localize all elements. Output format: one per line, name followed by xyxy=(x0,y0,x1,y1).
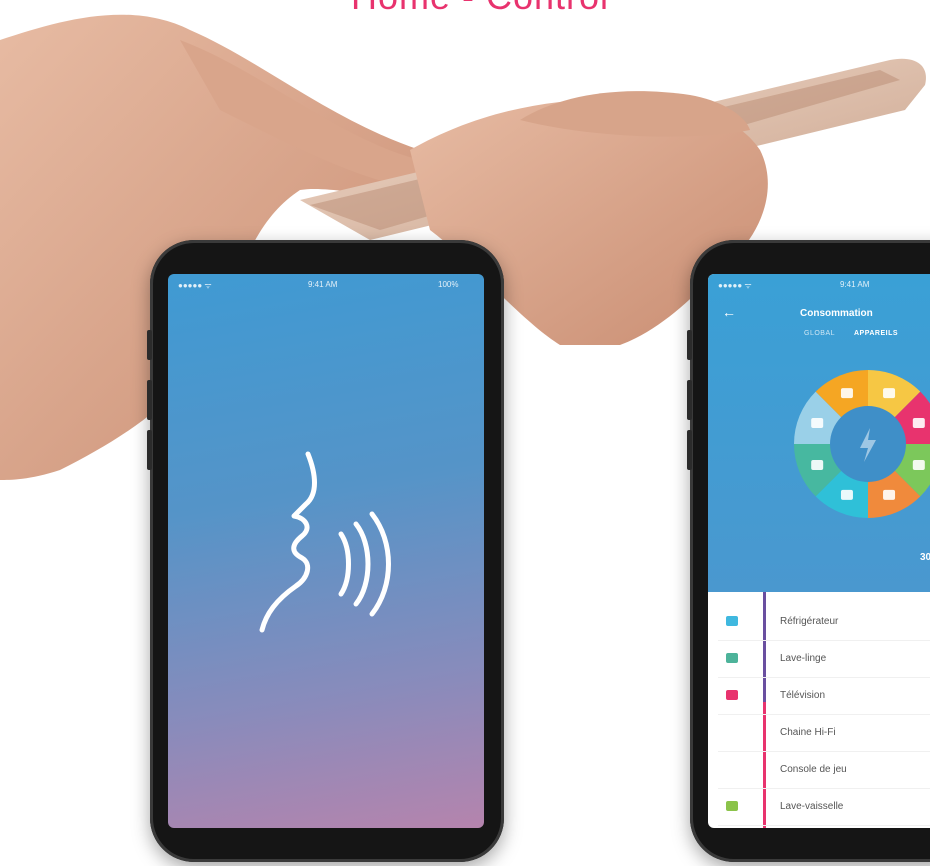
appliance-icon xyxy=(726,653,738,663)
voice-screen: ●●●●● ᯤ 9:41 AM 100% xyxy=(168,274,484,828)
battery-level: 100% xyxy=(438,280,459,289)
tab-global[interactable]: GLOBAL xyxy=(804,330,835,337)
side-button xyxy=(147,380,152,420)
appliance-label: Lave-linge xyxy=(780,653,827,664)
appliance-icon xyxy=(811,417,824,428)
appliance-row[interactable]: Réfrigérateur xyxy=(718,604,930,641)
appliance-row[interactable]: Lave-linge xyxy=(718,641,930,678)
status-time: 9:41 AM xyxy=(840,280,870,289)
side-button xyxy=(687,430,692,470)
appliance-row[interactable]: Chaine Hi-Fi xyxy=(718,715,930,752)
consumption-header: ●●●●● ᯤ 9:41 AM ← Consommation GLOBAL AP… xyxy=(708,274,930,592)
appliance-icon xyxy=(840,489,853,500)
appliance-icon xyxy=(883,489,896,500)
appliance-row[interactable]: Télévision xyxy=(718,678,930,715)
screen-title: Consommation xyxy=(800,308,873,319)
tab-appliances[interactable]: APPAREILS xyxy=(854,330,898,337)
appliance-label: Réfrigérateur xyxy=(780,616,839,627)
appliance-icon xyxy=(726,727,738,737)
status-time: 9:41 AM xyxy=(308,280,338,289)
appliance-icon xyxy=(726,801,738,811)
appliance-label: Console de jeu xyxy=(780,764,847,775)
consumption-screen: ●●●●● ᯤ 9:41 AM ← Consommation GLOBAL AP… xyxy=(708,274,930,828)
back-arrow-icon[interactable]: ← xyxy=(722,304,736,320)
left-phone: ●●●●● ᯤ 9:41 AM 100% xyxy=(147,240,504,862)
appliance-icon xyxy=(840,388,853,399)
side-button xyxy=(687,330,692,360)
side-button xyxy=(147,430,152,470)
appliance-row[interactable]: Lave-vaisselle xyxy=(718,789,930,826)
side-button xyxy=(147,330,152,360)
appliance-icon xyxy=(726,690,738,700)
status-bar: ●●●●● ᯤ 9:41 AM xyxy=(708,274,930,294)
appliance-label: Télévision xyxy=(780,690,826,701)
appliance-row[interactable]: Console de jeu xyxy=(718,752,930,789)
side-button xyxy=(687,380,692,420)
appliance-icon xyxy=(883,388,896,399)
voice-speech-icon xyxy=(259,451,391,633)
appliance-icon xyxy=(811,460,824,471)
consumption-donut xyxy=(794,370,930,518)
appliance-list: Réfrigérateur Lave-linge Télévision Chaine … xyxy=(718,604,930,826)
appliance-icon xyxy=(912,460,925,471)
consumption-value: 30 xyxy=(920,552,930,563)
right-phone: ●●●●● ᯤ 9:41 AM ← Consommation GLOBAL AP… xyxy=(687,240,930,862)
carrier-signal: ●●●●● ᯤ xyxy=(718,281,752,290)
appliance-icon xyxy=(726,764,738,774)
appliance-icon xyxy=(726,616,738,626)
appliance-label: Chaine Hi-Fi xyxy=(780,727,836,738)
appliance-label: Lave-vaisselle xyxy=(780,801,844,812)
status-bar: ●●●●● ᯤ 9:41 AM 100% xyxy=(168,274,484,294)
carrier-signal: ●●●●● ᯤ xyxy=(178,281,212,290)
appliance-icon xyxy=(912,417,925,428)
